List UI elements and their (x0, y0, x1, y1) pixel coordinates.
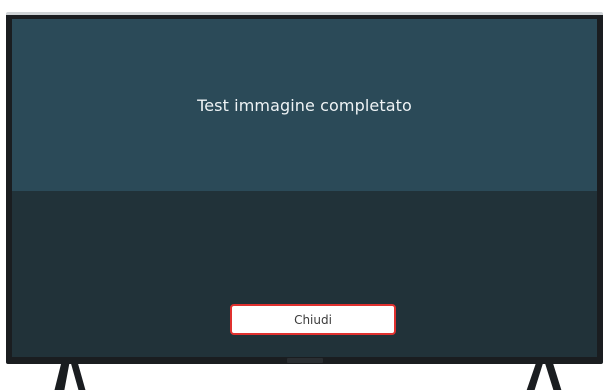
message-panel: Test immagine completato (12, 19, 597, 191)
tv-illustration: Test immagine completato Chiudi (0, 0, 609, 390)
brand-plate (287, 358, 323, 363)
tv-screen: Test immagine completato Chiudi (12, 19, 597, 357)
tv-leg-right (526, 360, 562, 390)
tv-bezel: Test immagine completato Chiudi (6, 12, 603, 364)
close-button[interactable]: Chiudi (230, 304, 396, 335)
result-message: Test immagine completato (197, 95, 412, 115)
tv-leg-left (54, 360, 86, 390)
